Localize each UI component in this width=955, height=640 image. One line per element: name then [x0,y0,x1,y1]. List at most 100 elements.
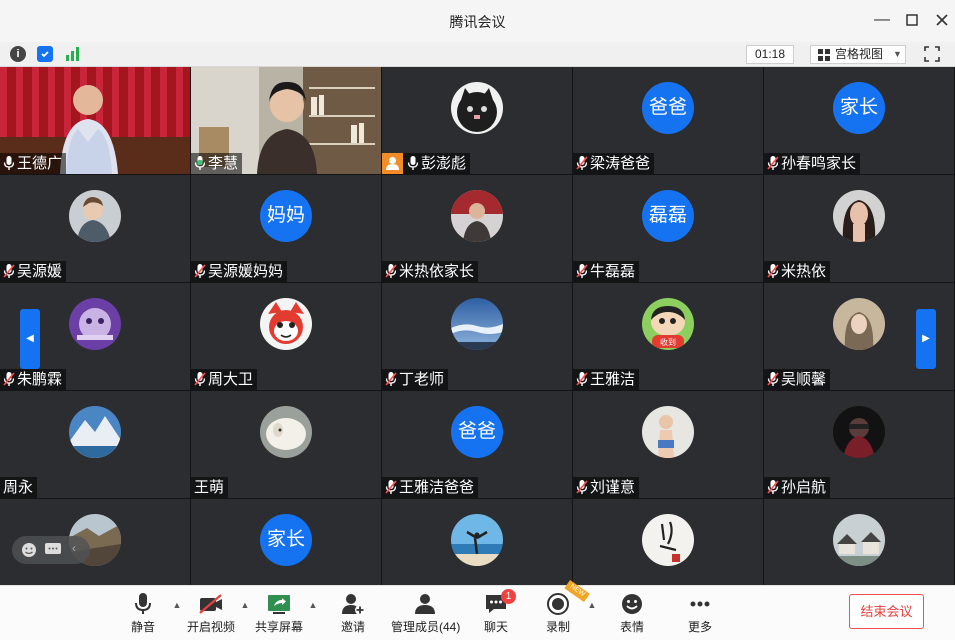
more-button[interactable]: 更多 [670,592,730,638]
participant-tile[interactable]: 米热依家长 [382,175,572,282]
mute-label: 静音 [130,620,155,634]
participant-name-tag: 彭澎彪 [382,153,471,174]
share-label: 共享屏幕 [254,620,303,634]
chat-button[interactable]: 聊天 [466,592,526,638]
prev-page-arrow[interactable]: ◀ [20,309,40,369]
avatar: 收到 [642,298,694,350]
chat-unread-badge: 1 [501,589,516,604]
participant-tile[interactable]: 爸爸 王雅洁爸爸 [382,391,572,498]
maximize-icon[interactable] [903,11,921,29]
participant-tile[interactable] [382,499,572,585]
participant-name-tag: 王雅洁 [573,369,640,390]
shield-icon[interactable] [37,46,53,62]
signal-icon[interactable] [64,46,82,62]
emoji-button[interactable]: 表情 [602,592,662,638]
avatar-text: 磊磊 [642,190,694,242]
next-page-arrow[interactable]: ▶ [916,309,936,369]
participant-name-tag: 米热依 [764,261,831,282]
microphone-muted-icon [576,156,588,170]
participant-tile[interactable]: 爸爸 梁涛爸爸 [573,67,763,174]
participant-name: 米热依 [781,263,827,280]
participant-tile[interactable] [764,499,954,585]
participant-tile[interactable]: 彭澎彪 [382,67,572,174]
microphone-muted-icon [767,372,779,386]
view-mode-label: 宫格视图 [835,47,884,61]
participant-tile[interactable]: 孙启航 [764,391,954,498]
smile-icon[interactable] [21,542,37,558]
participant-name-tag: 刘谨意 [573,477,640,498]
avatar [451,298,503,350]
record-options-caret[interactable]: ▲ [587,600,597,610]
end-meeting-button[interactable]: 结束会议 [849,594,924,629]
close-icon[interactable] [933,11,951,29]
view-mode-dropdown[interactable]: 宫格视图 ▼ [810,45,906,64]
avatar [642,406,694,458]
participant-name: 吴源媛妈妈 [208,263,284,280]
participant-tile[interactable]: 家长孙春鸣家长 [764,67,954,174]
collapse-icon[interactable]: ‹ [72,541,76,555]
participant-tile[interactable]: 收到王雅洁 [573,283,763,390]
avatar [451,514,503,566]
participant-name-tag: 王萌 [191,477,229,498]
participant-name-tag: 丁老师 [382,369,449,390]
share-options-caret[interactable]: ▲ [308,600,318,610]
grid-icon [818,49,830,61]
window-title: 腾讯会议 [449,14,506,30]
minimize-icon[interactable]: — [873,11,891,29]
avatar-text: 家长 [833,82,885,134]
participant-tile[interactable]: 妈妈 吴源媛妈妈 [191,175,381,282]
participant-name: 王德广 [17,155,63,172]
participant-tile[interactable]: 周永 [0,391,190,498]
participant-name: 李慧 [208,155,239,172]
microphone-icon [3,156,15,170]
avatar [69,406,121,458]
invite-label: 邀请 [340,620,365,634]
participant-name: 孙启航 [781,479,827,496]
participant-name-tag: 孙春鸣家长 [764,153,861,174]
participant-tile[interactable]: 家长 [191,499,381,585]
manage-members-button[interactable]: 管理成员(44) [391,592,460,638]
participant-name: 梁涛爸爸 [590,155,651,172]
participant-tile[interactable]: 王萌 [191,391,381,498]
avatar [833,298,885,350]
microphone-muted-icon [576,480,588,494]
participant-name-tag: 牛磊磊 [573,261,640,282]
participant-tile[interactable]: 丁老师 [382,283,572,390]
participant-tile[interactable]: 李慧 [191,67,381,174]
participant-name: 米热依家长 [399,263,475,280]
participant-tile[interactable]: 吴源媛 [0,175,190,282]
participant-name-tag: 吴源媛 [0,261,67,282]
participant-tile[interactable]: 刘谨意 [573,391,763,498]
start-video-button[interactable]: 开启视频 [181,592,241,638]
info-icon[interactable]: i [10,46,26,62]
participant-name: 孙春鸣家长 [781,155,857,172]
chat-bubble-icon[interactable] [45,543,61,557]
participant-name-tag: 周永 [0,477,38,498]
microphone-muted-icon [3,372,15,386]
participant-name-tag: 朱鹏霖 [0,369,67,390]
participant-tile[interactable]: 王德广 [0,67,190,174]
fullscreen-icon[interactable] [924,46,940,62]
microphone-muted-icon [767,480,779,494]
participant-tile[interactable]: 磊磊 牛磊磊 [573,175,763,282]
record-label: 录制 [545,620,570,634]
svg-text:收到: 收到 [660,337,676,347]
microphone-muted-icon [194,264,206,278]
microphone-muted-icon [385,372,397,386]
avatar-text: 爸爸 [451,406,503,458]
share-screen-button[interactable]: 共享屏幕 [249,592,309,638]
invite-button[interactable]: 邀请 [323,592,383,638]
mute-button[interactable]: 静音 [113,592,173,638]
microphone-muted-icon [576,264,588,278]
participant-name-tag: 孙启航 [764,477,831,498]
avatar-text: 家长 [260,514,312,566]
participant-name-tag: 王德广 [0,153,67,174]
participant-tile[interactable] [573,499,763,585]
participant-name-tag: 周大卫 [191,369,258,390]
avatar [642,514,694,566]
participant-tile[interactable]: 周大卫 [191,283,381,390]
participant-name-tag: 吴顺馨 [764,369,831,390]
participant-tile[interactable]: 米热依 [764,175,954,282]
add-person-icon [342,594,365,615]
emoji-icon [622,594,642,614]
